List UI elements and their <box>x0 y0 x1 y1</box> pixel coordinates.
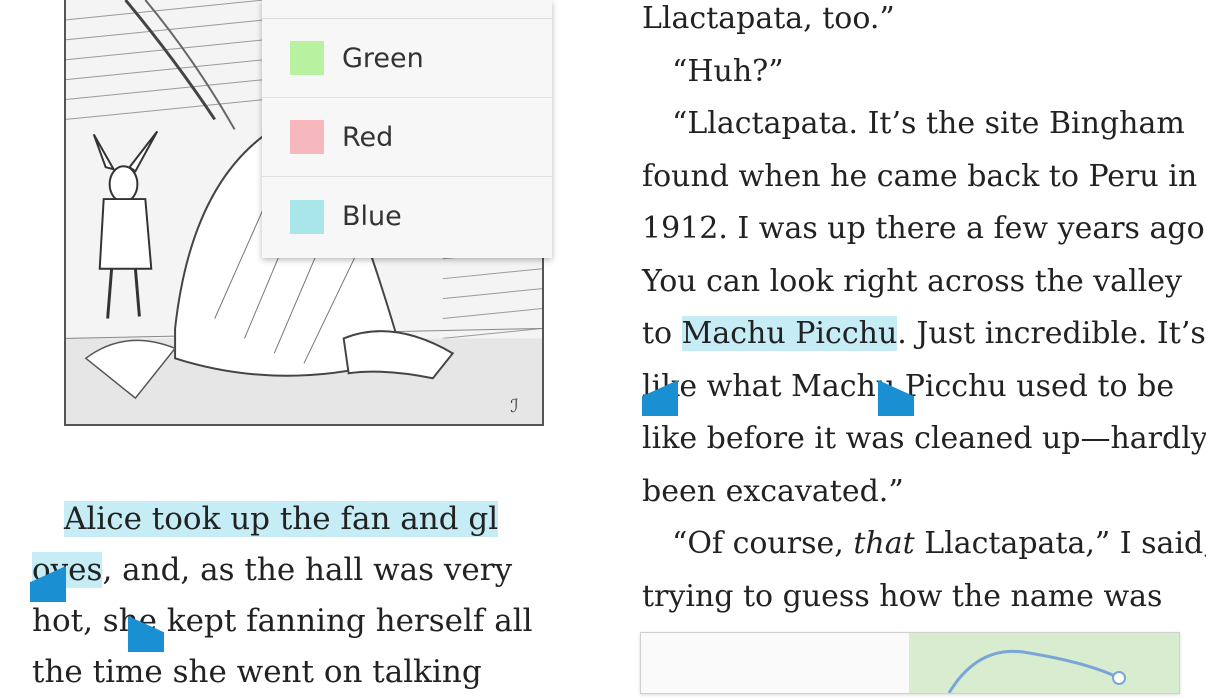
text-line: You can look right across the valley <box>642 263 1182 299</box>
text-span: “Of course, <box>672 526 854 561</box>
selected-text[interactable]: Machu Picchu <box>681 316 898 351</box>
red-swatch <box>290 120 324 154</box>
highlight-color-menu: Green Red Blue <box>262 0 552 258</box>
map-card[interactable] <box>640 632 1180 694</box>
text-span: , and, as the hall was very <box>102 552 513 588</box>
paragraph-line: hot, she kept fanning herself all <box>32 603 533 639</box>
text-line: found when he came back to Peru in <box>642 158 1198 194</box>
map-thumbnail <box>909 633 1179 694</box>
text-span: . Just incredible. It’s <box>897 316 1206 351</box>
green-swatch <box>290 41 324 75</box>
paragraph-line: oves, and, as the hall was very <box>32 545 552 596</box>
paragraph-line: the time she went on talking <box>32 654 482 690</box>
left-page-text: Alice took up the fan and gl oves, and, … <box>32 494 552 698</box>
menu-top-strip <box>262 0 552 19</box>
text-line: “Of course, that Llactapata,” I said, <box>642 518 1206 571</box>
text-line: Llactapata, too.” <box>642 1 895 36</box>
text-line: been excavated.” <box>642 473 904 509</box>
paragraph-line: Alice took up the fan and gl <box>32 494 552 545</box>
text-line: “Llactapata. It’s the site Bingham <box>672 106 1185 141</box>
right-page-text: Llactapata, too.” “Huh?” “Llactapata. It… <box>642 0 1206 623</box>
color-option-blue[interactable]: Blue <box>262 177 552 256</box>
selected-text[interactable]: Alice took up the fan and gl <box>64 501 499 537</box>
color-option-label: Green <box>342 42 424 74</box>
color-option-green[interactable]: Green <box>262 19 552 98</box>
map-route-icon <box>947 649 1126 694</box>
text-line: like before it was cleaned up—hardly <box>642 421 1206 456</box>
text-line: trying to guess how the name was <box>642 578 1163 614</box>
text-span: Llactapata,” I said, <box>914 526 1206 561</box>
text-line: 1912. I was up there a few years ago. <box>642 211 1206 246</box>
text-line: to Machu Picchu. Just incredible. It’s <box>642 308 1206 361</box>
color-option-label: Red <box>342 121 394 153</box>
blue-swatch <box>290 199 324 234</box>
text-span: to <box>642 316 682 351</box>
color-option-label: Blue <box>342 201 402 232</box>
svg-text:ℐ: ℐ <box>510 396 518 417</box>
text-line: “Huh?” <box>672 53 784 89</box>
italic-text: that <box>853 526 915 561</box>
color-option-red[interactable]: Red <box>262 98 552 177</box>
